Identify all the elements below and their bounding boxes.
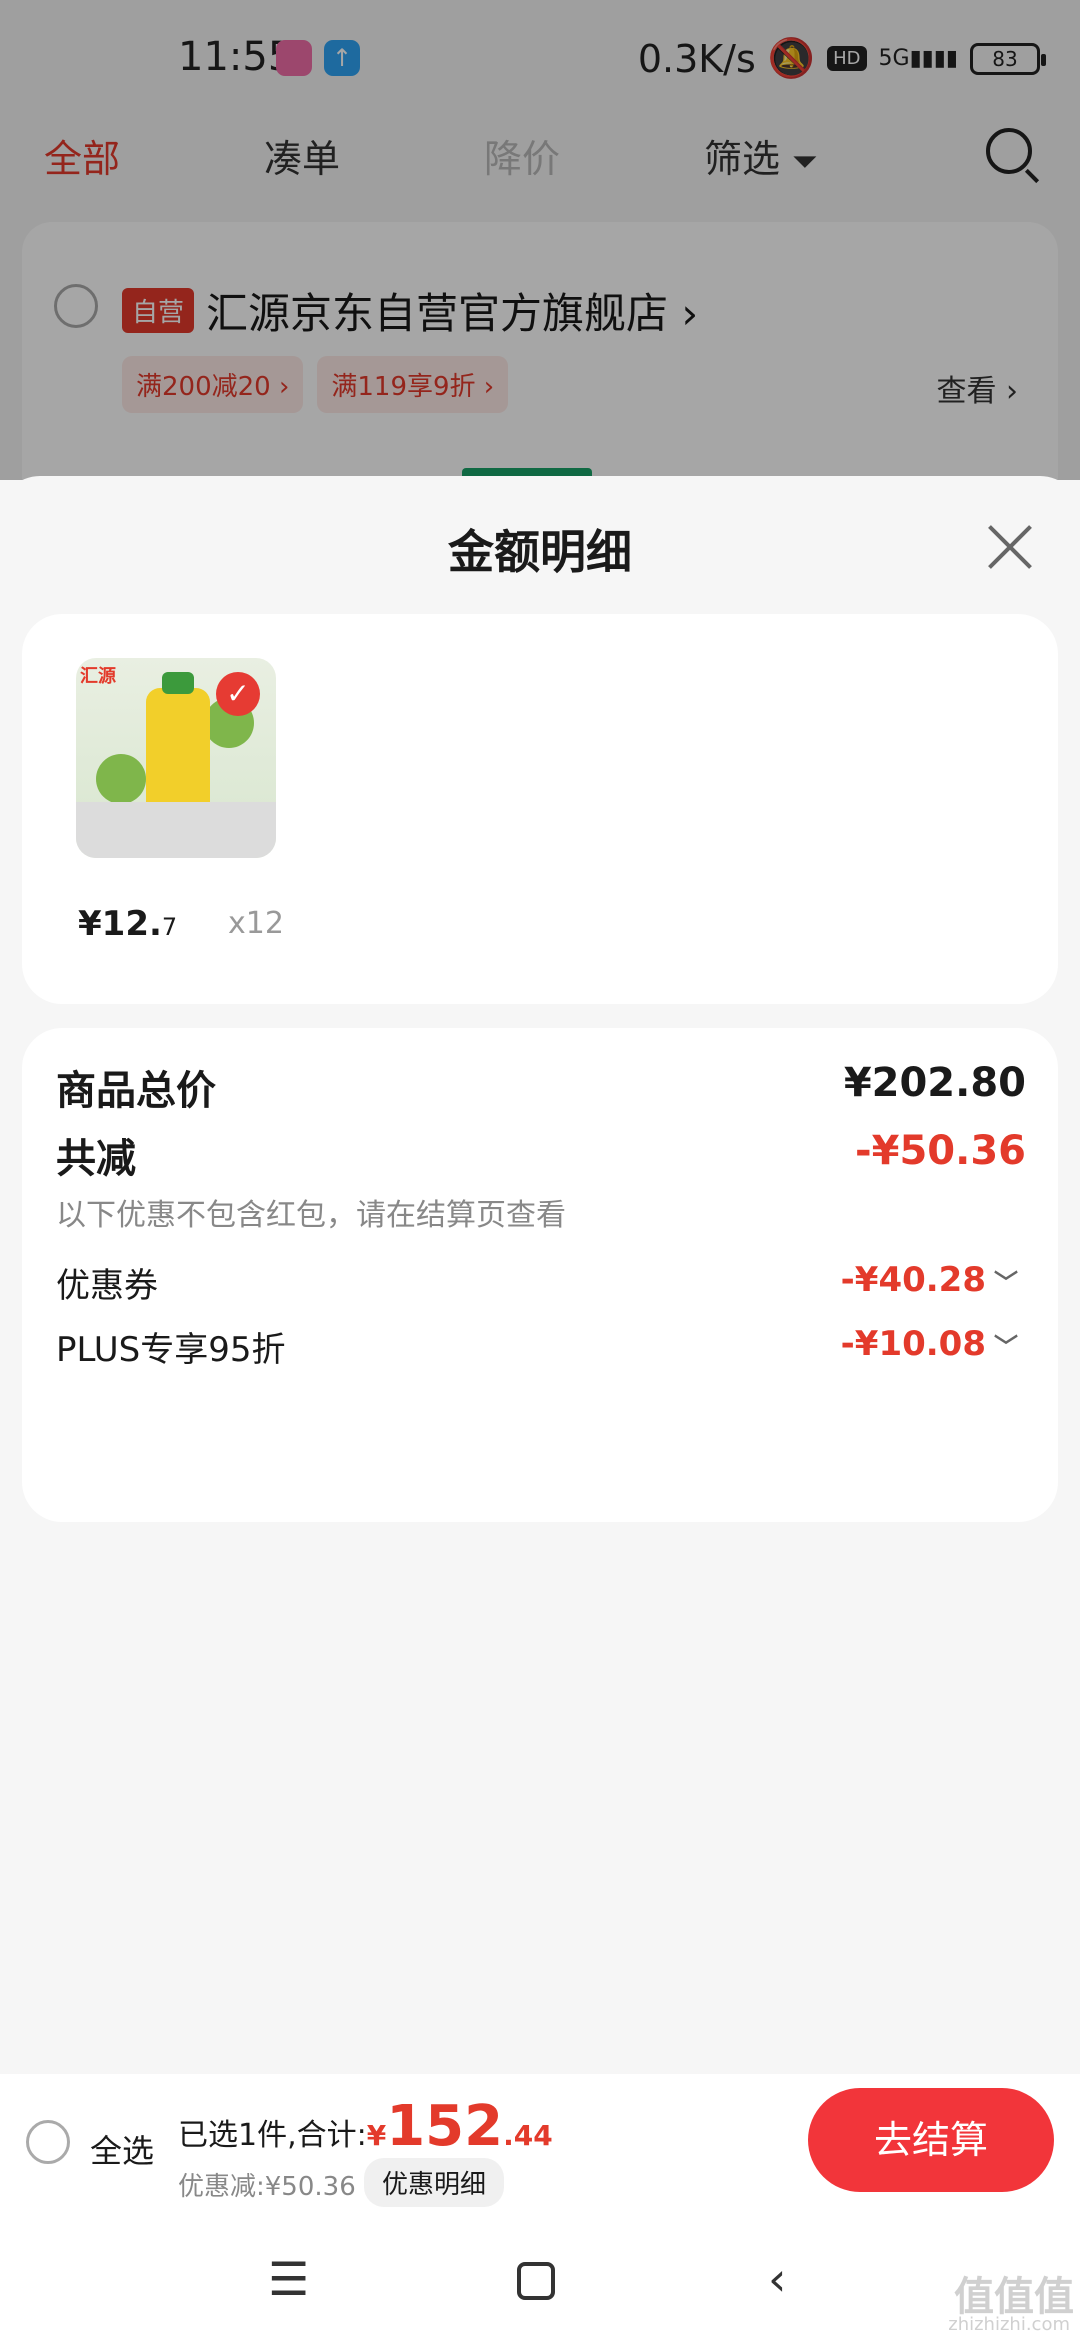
- bottle-cap-shape: [162, 672, 194, 694]
- discount-note: 以下优惠不包含红包，请在结算页查看: [56, 1198, 566, 1233]
- total-summary: 已选1件,合计:¥152.44: [178, 2094, 553, 2159]
- lime-shape: [96, 754, 146, 804]
- product-quantity: x12: [228, 906, 284, 941]
- discount-amount: 优惠减:¥50.36: [178, 2172, 356, 2202]
- product-card: 汇源 ✓ ¥12.7 x12: [22, 614, 1058, 1004]
- plus-label: PLUS专享95折: [56, 1330, 286, 1370]
- plus-value-toggle[interactable]: -¥10.08 ﹀: [841, 1324, 1018, 1364]
- sheet-title: 金额明细: [448, 525, 632, 579]
- checkmark-icon: ✓: [216, 672, 260, 716]
- chevron-down-icon: ﹀: [994, 1333, 1018, 1361]
- home-icon[interactable]: [517, 2262, 555, 2300]
- reduce-label: 共减: [56, 1136, 136, 1182]
- amount-detail-sheet: 金额明细 汇源 ✓ ¥12.7 x12 商品总价 ¥202.80 共减 -¥50…: [0, 476, 1080, 2088]
- checkout-bar: 全选 已选1件,合计:¥152.44 优惠减:¥50.36 优惠明细 去结算: [0, 2074, 1080, 2212]
- total-label: 商品总价: [56, 1068, 216, 1114]
- back-icon[interactable]: ‹: [768, 2252, 786, 2306]
- total-value: ¥202.80: [843, 1060, 1026, 1106]
- coupon-value-toggle[interactable]: -¥40.28 ﹀: [841, 1260, 1018, 1300]
- dim-overlay[interactable]: [0, 0, 1080, 480]
- discount-detail-button[interactable]: 优惠明细: [364, 2158, 505, 2207]
- product-image[interactable]: 汇源 ✓: [76, 658, 276, 858]
- brand-logo: 汇源: [80, 666, 116, 687]
- system-nav-bar: ☰ ‹ 值值值 zhizhizhi.com: [0, 2212, 1080, 2340]
- price-summary-card: 商品总价 ¥202.80 共减 -¥50.36 以下优惠不包含红包，请在结算页查…: [22, 1028, 1058, 1522]
- checkout-button[interactable]: 去结算: [808, 2088, 1054, 2192]
- menu-icon[interactable]: ☰: [268, 2252, 309, 2306]
- select-all-radio[interactable]: [26, 2120, 70, 2164]
- product-price: ¥12.7: [78, 904, 178, 944]
- thumb-footer: [76, 802, 276, 858]
- coupon-label: 优惠券: [56, 1266, 158, 1306]
- select-all-label[interactable]: 全选: [90, 2126, 154, 2172]
- chevron-down-icon: ﹀: [994, 1269, 1018, 1297]
- watermark-url: zhizhizhi.com: [948, 2314, 1070, 2335]
- total-amount: ¥152.44: [366, 2094, 553, 2159]
- close-icon[interactable]: [984, 520, 1036, 572]
- reduce-value: -¥50.36: [855, 1128, 1026, 1174]
